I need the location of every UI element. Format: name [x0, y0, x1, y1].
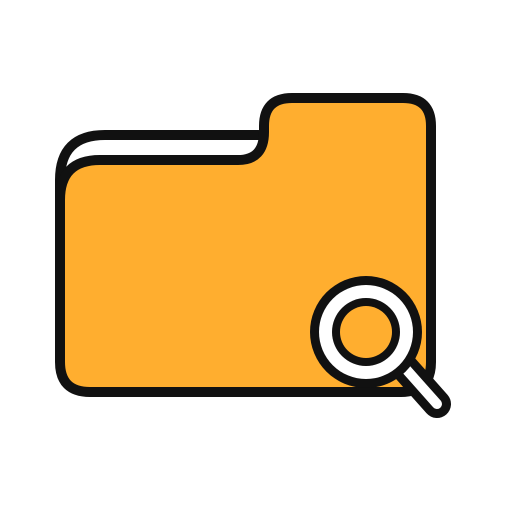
folder-search-icon	[55, 93, 451, 418]
icon-canvas	[0, 0, 512, 512]
magnifier-lens	[340, 306, 392, 358]
